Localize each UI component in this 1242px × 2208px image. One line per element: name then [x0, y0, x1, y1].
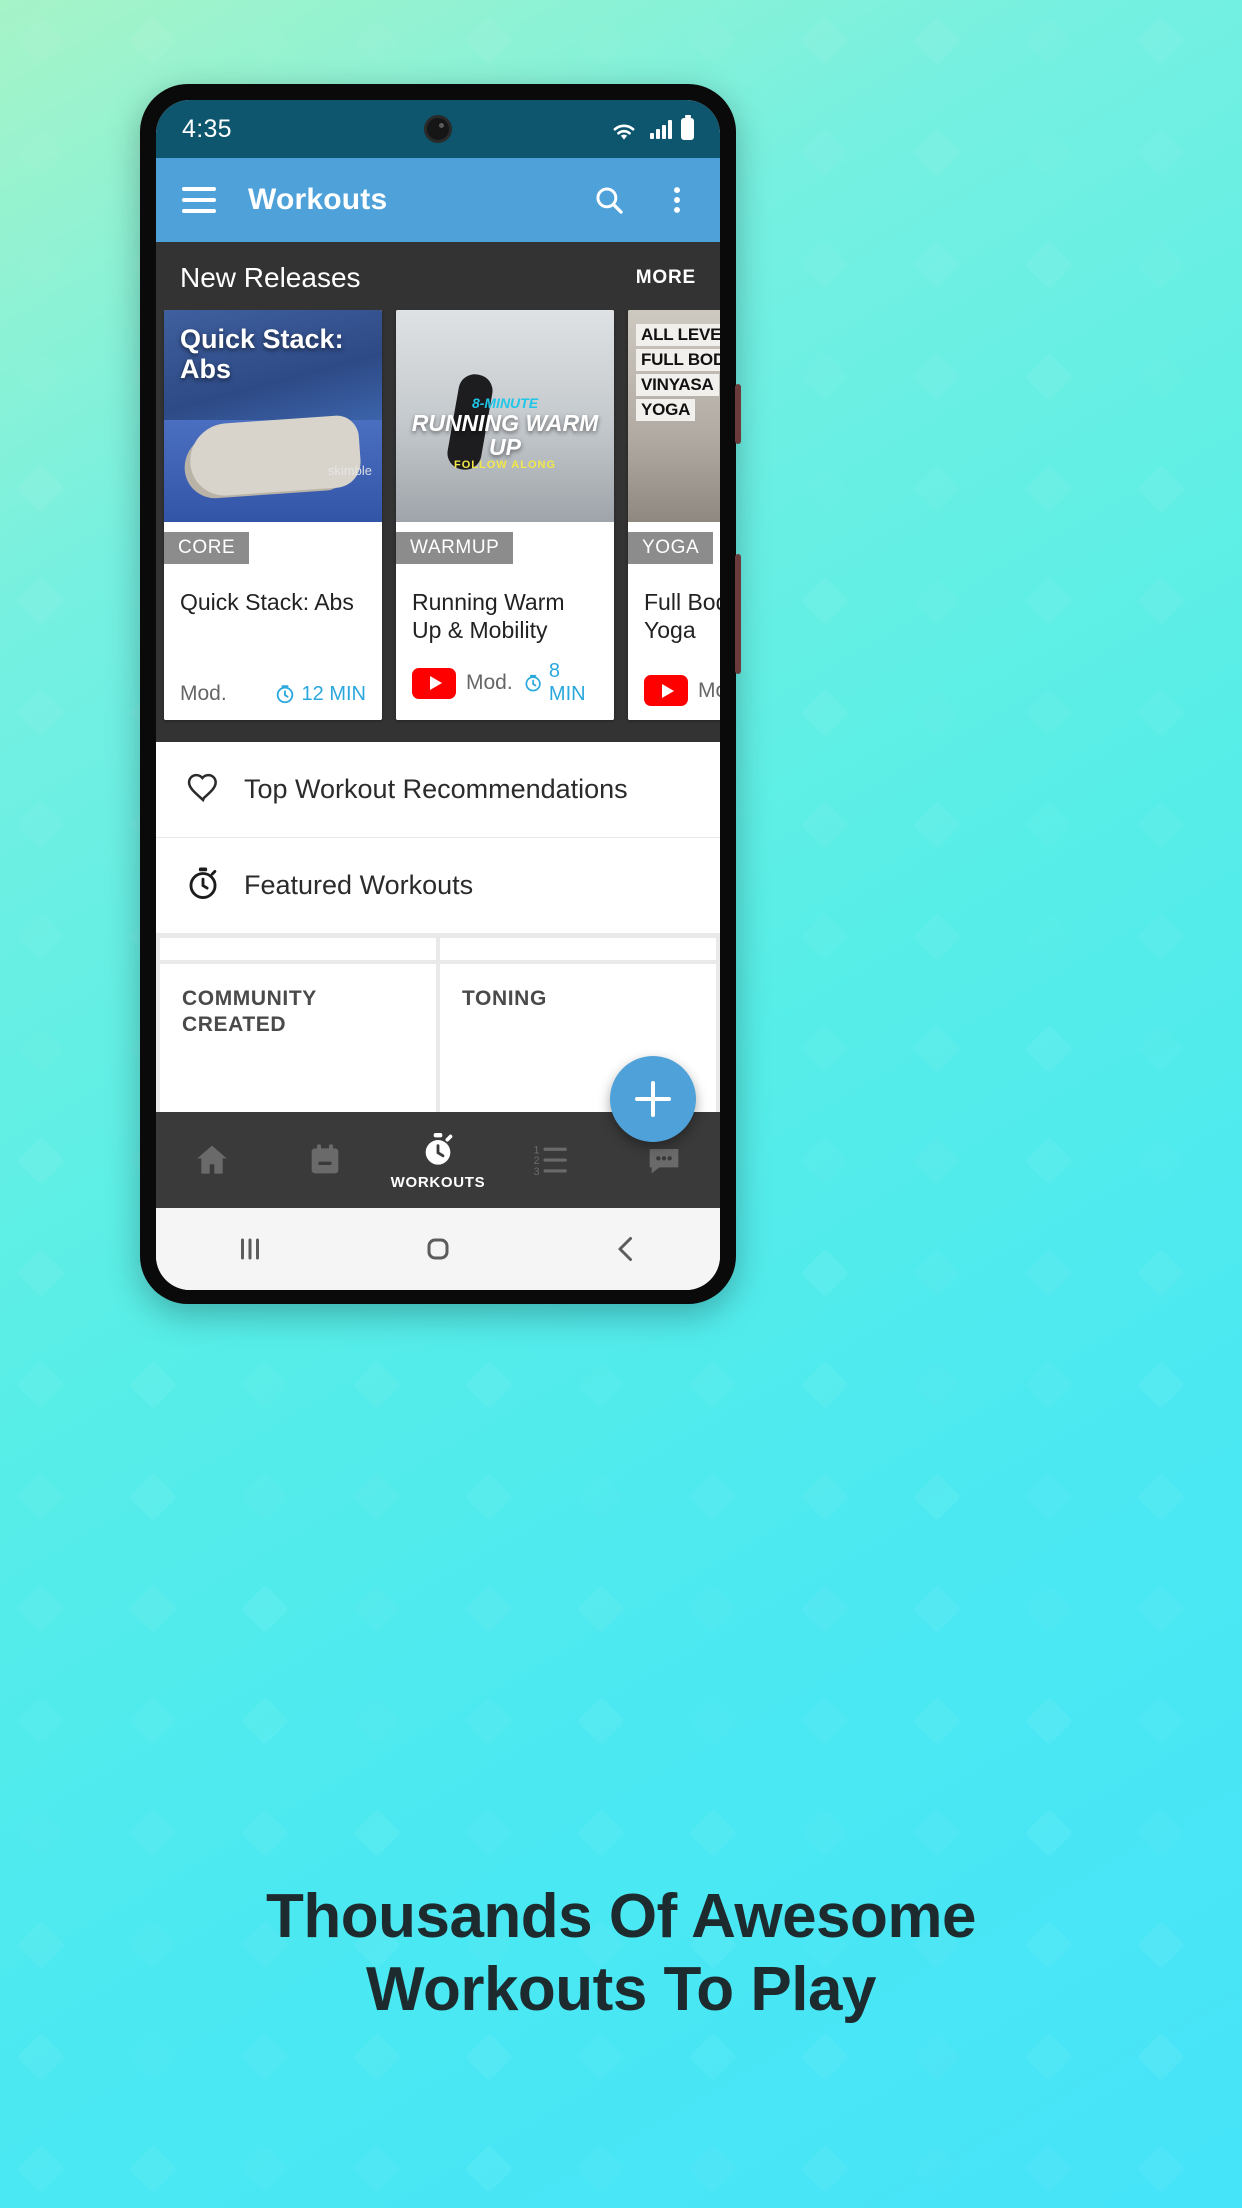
clock-icon: [276, 685, 293, 704]
featured-tile-bodyweight[interactable]: BODYWEIGHT: [160, 938, 436, 960]
status-icons: [607, 112, 694, 146]
thumbnail-overlay-line3: VINYASA: [636, 374, 719, 396]
home-circle-icon[interactable]: [344, 1231, 532, 1267]
workout-card-body: Full Body Vinyasa Yoga: [628, 572, 720, 665]
nav-item-programs[interactable]: 1 2 3: [494, 1140, 607, 1180]
svg-text:3: 3: [533, 1166, 539, 1178]
youtube-icon: [644, 675, 688, 706]
featured-tile-title: COMMUNITY CREATED: [182, 987, 317, 1037]
back-icon[interactable]: [532, 1231, 720, 1267]
promo-headline-line1: Thousands Of Awesome: [265, 1882, 977, 1951]
nav-item-home[interactable]: [156, 1140, 269, 1180]
home-icon: [197, 1145, 228, 1174]
new-releases-more-button[interactable]: MORE: [636, 267, 696, 289]
wifi-icon: [607, 112, 641, 146]
more-vertical-icon[interactable]: [660, 183, 694, 217]
section-top-workout-recommendations[interactable]: Top Workout Recommendations: [156, 742, 720, 838]
workout-card-footer: Mod. 12 MIN: [164, 672, 382, 720]
status-time: 4:35: [182, 114, 232, 143]
workout-card-footer: Mod.: [628, 665, 720, 720]
front-camera-punch-hole: [424, 115, 452, 143]
thumbnail-overlay-title: 8-MINUTE RUNNING WARM UP FOLLOW ALONG: [396, 395, 614, 471]
workout-card[interactable]: Quick Stack: Abs skimble CORE Quick Stac…: [164, 310, 382, 720]
thumbnail-overlay-line4: YOGA: [636, 399, 696, 421]
workout-card-thumbnail: Quick Stack: Abs skimble: [164, 310, 382, 522]
workout-card-body: Running Warm Up & Mobility: [396, 572, 614, 650]
promo-headline-line2: Workouts To Play: [366, 1955, 876, 2025]
phone-screen: 4:35 Workouts New Releases MORE Quick St…: [156, 100, 720, 1290]
signal-icon: [650, 119, 672, 139]
workout-name: Full Body Vinyasa Yoga: [644, 589, 720, 644]
calendar-icon: [311, 1144, 339, 1174]
duration-group: 8 MIN: [523, 660, 598, 706]
stopwatch-icon: [425, 1133, 453, 1165]
status-bar: 4:35: [156, 100, 720, 158]
new-releases-header: New Releases MORE: [156, 242, 720, 310]
thumbnail-overlay-line1: ALL LEVELS: [636, 324, 720, 346]
app-bar: Workouts: [156, 158, 720, 242]
category-tag: WARMUP: [396, 532, 514, 564]
new-releases-carousel[interactable]: Quick Stack: Abs skimble CORE Quick Stac…: [156, 310, 720, 742]
duration-group: 12 MIN: [274, 683, 366, 706]
workout-card-tag-row: YOGA: [628, 522, 720, 572]
clock-icon: [525, 674, 541, 692]
difficulty-label: Mod.: [698, 678, 720, 702]
category-tag: YOGA: [628, 532, 714, 564]
featured-tile-title: TONING: [462, 987, 547, 1010]
phone-device-frame: 4:35 Workouts New Releases MORE Quick St…: [140, 84, 741, 1304]
app-bar-actions: [592, 183, 694, 217]
duration-label: 8 MIN: [548, 660, 586, 705]
featured-tile-youtube[interactable]: YOUTUBE 30 MINU FULL BODY LOWER ABS BURN…: [440, 938, 716, 960]
workout-name: Quick Stack: Abs: [180, 589, 354, 615]
thumbnail-overlay-line1: 8-MINUTE: [471, 394, 539, 411]
workout-card-thumbnail: ALL LEVELS FULL BODY VINYASA YOGA: [628, 310, 720, 522]
workout-name: Running Warm Up & Mobility: [412, 589, 565, 644]
workout-card[interactable]: ALL LEVELS FULL BODY VINYASA YOGA YOGA F…: [628, 310, 720, 720]
phone-side-button: [735, 384, 741, 444]
chat-icon: [649, 1149, 678, 1174]
page-title: Workouts: [248, 183, 388, 216]
numbered-list-icon: 1 2 3: [533, 1144, 567, 1178]
section-label: Featured Workouts: [244, 870, 474, 900]
workout-card[interactable]: 8-MINUTE RUNNING WARM UP FOLLOW ALONG WA…: [396, 310, 614, 720]
search-icon[interactable]: [592, 183, 626, 217]
category-tag: CORE: [164, 532, 250, 564]
battery-icon: [681, 118, 694, 140]
heart-icon: [184, 768, 222, 811]
workout-card-thumbnail: 8-MINUTE RUNNING WARM UP FOLLOW ALONG: [396, 310, 614, 522]
thumbnail-overlay-title: Quick Stack: Abs: [180, 324, 344, 385]
hamburger-menu-icon[interactable]: [182, 187, 216, 213]
section-label: Top Workout Recommendations: [244, 774, 628, 804]
thumbnail-overlay-line3: FOLLOW ALONG: [453, 459, 557, 472]
thumbnail-overlay-line2: FULL BODY: [636, 349, 720, 371]
stopwatch-icon: [184, 864, 222, 907]
phone-volume-button: [735, 554, 741, 674]
workout-card-body: Quick Stack: Abs: [164, 572, 382, 672]
nav-item-calendar[interactable]: [269, 1140, 382, 1180]
bodyweight-illustration: [160, 938, 436, 948]
youtube-icon: [412, 667, 456, 699]
difficulty-label: Mod.: [466, 671, 513, 694]
new-releases-title: New Releases: [180, 262, 361, 293]
nav-item-label: WORKOUTS: [390, 1174, 486, 1191]
featured-tile-community-created[interactable]: COMMUNITY CREATED: [160, 964, 436, 1112]
recents-icon[interactable]: [156, 1231, 344, 1267]
thumbnail-brand: skimble: [327, 463, 372, 478]
section-featured-workouts[interactable]: Featured Workouts: [156, 838, 720, 934]
thumbnail-overlay-line2: RUNNING WARM UP: [411, 409, 599, 460]
promo-headline: Thousands Of Awesome Workouts To Play: [0, 1880, 1242, 2026]
duration-label: 12 MIN: [301, 682, 366, 705]
nav-item-workouts[interactable]: WORKOUTS: [382, 1129, 495, 1191]
difficulty-label: Mod.: [180, 682, 227, 705]
add-workout-fab[interactable]: [610, 1056, 696, 1142]
workout-card-tag-row: WARMUP: [396, 522, 614, 572]
workout-card-footer: Mod. 8 MIN: [396, 650, 614, 720]
nav-item-messages[interactable]: [607, 1140, 720, 1180]
thumbnail-overlay-title: ALL LEVELS FULL BODY VINYASA YOGA: [636, 324, 720, 421]
system-navigation-bar: [156, 1208, 720, 1290]
workout-card-tag-row: CORE: [164, 522, 382, 572]
